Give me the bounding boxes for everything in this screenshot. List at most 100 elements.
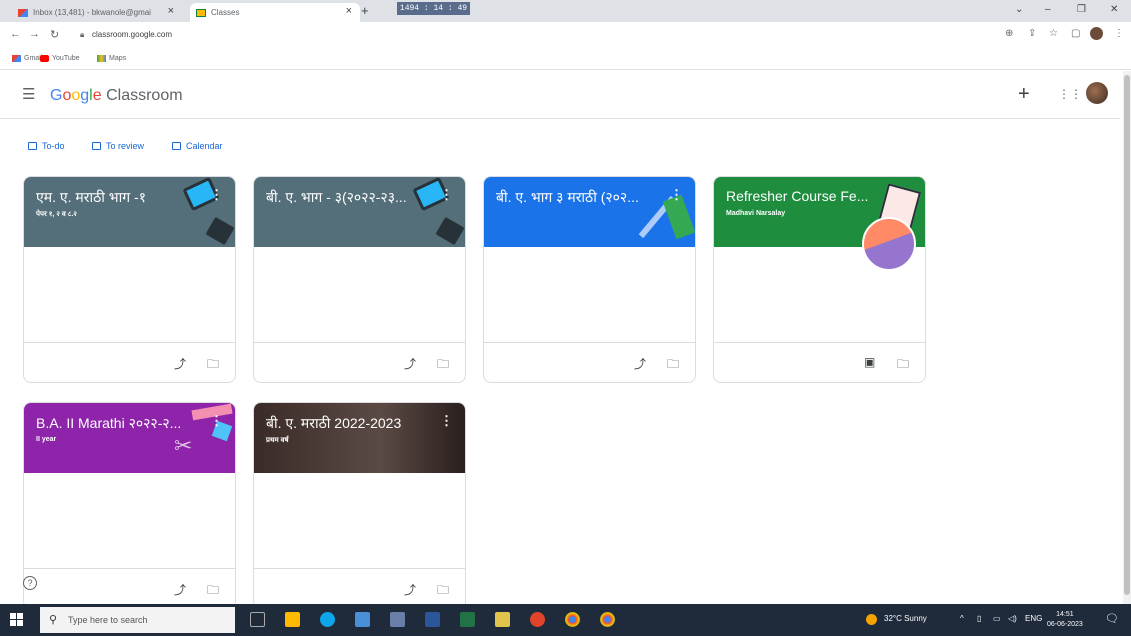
excel-icon[interactable] bbox=[460, 612, 475, 627]
weather-icon[interactable] bbox=[866, 614, 877, 625]
page-scrollbar[interactable] bbox=[1123, 71, 1131, 604]
help-icon[interactable]: ? bbox=[23, 576, 37, 590]
to-review-link[interactable]: To review bbox=[92, 141, 144, 151]
bookmark-maps[interactable]: Maps bbox=[97, 55, 126, 62]
notifications-icon[interactable]: 🗨︎ bbox=[1105, 612, 1119, 625]
create-join-class-icon[interactable]: + bbox=[1018, 83, 1030, 106]
chevron-up-icon[interactable]: ^ bbox=[960, 614, 964, 623]
class-card-footer: ⤴ 🗀︎ bbox=[24, 568, 235, 608]
back-icon[interactable]: ← bbox=[10, 28, 21, 40]
close-tab-icon[interactable]: × bbox=[346, 5, 352, 17]
classroom-icon bbox=[196, 8, 206, 17]
scissors-icon: ✂︎ bbox=[174, 433, 193, 458]
url-field[interactable]: classroom.google.com bbox=[92, 30, 172, 39]
classroom-logo[interactable]: Google Classroom bbox=[50, 87, 183, 105]
tab-classes[interactable]: Classes × bbox=[190, 3, 360, 22]
weather-text[interactable]: 32°C Sunny bbox=[884, 614, 927, 623]
bookmark-youtube[interactable]: YouTube bbox=[40, 55, 80, 62]
todo-icon bbox=[28, 142, 37, 150]
word-icon[interactable] bbox=[425, 612, 440, 627]
reload-icon[interactable]: ↻ bbox=[50, 28, 59, 41]
volume-icon[interactable]: ◁) bbox=[1008, 614, 1017, 623]
logo-letter: g bbox=[80, 87, 90, 104]
trending-up-icon[interactable]: ⤴ bbox=[174, 581, 186, 598]
share-icon[interactable]: ⇪ bbox=[1028, 28, 1036, 39]
bookmark-star-icon[interactable]: ☆ bbox=[1049, 28, 1058, 39]
class-section: प्रथम वर्ष bbox=[266, 437, 289, 444]
folder-icon[interactable]: 🗀︎ bbox=[897, 355, 909, 376]
app-icon[interactable] bbox=[530, 612, 545, 627]
trending-up-icon[interactable]: ⤴ bbox=[404, 581, 416, 598]
class-card[interactable]: एम. ए. मराठी भाग -१ पेपर १, २ व ८.२ ⋮ ⤴ … bbox=[23, 176, 236, 383]
class-title[interactable]: बी. ए. मराठी 2022-2023 bbox=[266, 414, 426, 433]
taskbar-search-input[interactable]: ⚲ Type here to search bbox=[40, 607, 235, 633]
class-card[interactable]: ✂︎ B.A. II Marathi २०२२-२... II year ⋮ ⤴… bbox=[23, 402, 236, 609]
class-card[interactable]: बी. ए. भाग - ३(२०२२-२३... ⋮ ⤴ 🗀︎ bbox=[253, 176, 466, 383]
main-menu-icon[interactable]: ☰ bbox=[22, 85, 35, 103]
gmail-icon bbox=[18, 8, 28, 17]
bookmarks-bar: Gmail YouTube Maps bbox=[0, 50, 1131, 70]
google-lens-icon[interactable]: ⊕ bbox=[1005, 28, 1013, 39]
folder-icon[interactable]: 🗀︎ bbox=[207, 355, 219, 376]
tab-inbox[interactable]: Inbox (13,481) - bkwanole@gmai × bbox=[12, 3, 182, 22]
store-icon[interactable] bbox=[355, 612, 370, 627]
browser-tab-strip: Inbox (13,481) - bkwanole@gmai × Classes… bbox=[0, 0, 1131, 22]
network-icon[interactable]: ▯ bbox=[977, 614, 981, 623]
folder-icon[interactable]: 🗀︎ bbox=[437, 581, 449, 602]
chevron-down-icon[interactable]: ⌄ bbox=[1015, 4, 1023, 15]
logo-letter: G bbox=[50, 87, 63, 104]
chrome-icon[interactable] bbox=[600, 612, 615, 627]
profile-icon[interactable] bbox=[1090, 27, 1103, 40]
more-options-icon[interactable]: ⋮ bbox=[210, 413, 223, 429]
maximize-icon[interactable]: ❐ bbox=[1077, 4, 1086, 15]
folder-icon[interactable]: 🗀︎ bbox=[207, 581, 219, 602]
class-title[interactable]: बी. ए. भाग - ३(२०२२-२३... bbox=[266, 188, 426, 207]
class-card-footer: ▣ 🗀︎ bbox=[714, 342, 925, 382]
shield-icon[interactable] bbox=[495, 612, 510, 627]
clock-time: 14:51 bbox=[1056, 611, 1074, 618]
class-title[interactable]: बी. ए. भाग ३ मराठी (२०२... bbox=[496, 188, 656, 207]
folder-icon[interactable]: 🗀︎ bbox=[437, 355, 449, 376]
side-panel-icon[interactable]: ▢ bbox=[1071, 28, 1080, 39]
class-card-footer: ⤴ 🗀︎ bbox=[254, 568, 465, 608]
scrollbar-thumb[interactable] bbox=[1124, 75, 1130, 595]
bookmark-label: Maps bbox=[109, 55, 127, 62]
bookmark-gmail[interactable]: Gmail bbox=[12, 55, 42, 62]
trending-up-icon[interactable]: ⤴ bbox=[634, 355, 646, 372]
taskbar-clock[interactable]: 14:51 06-06-2023 bbox=[1047, 610, 1083, 630]
avatar[interactable] bbox=[1086, 82, 1108, 104]
chrome-icon[interactable] bbox=[565, 612, 580, 627]
more-options-icon[interactable]: ⋮ bbox=[440, 413, 453, 429]
trending-up-icon[interactable]: ⤴ bbox=[404, 355, 416, 372]
task-view-icon[interactable] bbox=[250, 612, 265, 627]
class-card[interactable]: बी. ए. मराठी 2022-2023 प्रथम वर्ष ⋮ ⤴ 🗀︎ bbox=[253, 402, 466, 609]
close-window-icon[interactable]: ✕ bbox=[1110, 4, 1118, 15]
calendar-link[interactable]: Calendar bbox=[172, 141, 223, 151]
windows-start-icon[interactable] bbox=[10, 613, 24, 627]
class-title[interactable]: एम. ए. मराठी भाग -१ bbox=[36, 188, 196, 207]
class-card[interactable]: बी. ए. भाग ३ मराठी (२०२... ⋮ ⤴ 🗀︎ bbox=[483, 176, 696, 383]
todo-link[interactable]: To-do bbox=[28, 141, 65, 151]
new-tab-button[interactable]: + bbox=[361, 3, 369, 18]
more-options-icon[interactable]: ⋮ bbox=[210, 187, 223, 203]
class-card[interactable]: Refresher Course Fe... Madhavi Narsalay … bbox=[713, 176, 926, 383]
more-options-icon[interactable]: ⋮ bbox=[670, 187, 683, 203]
search-icon: ⚲ bbox=[49, 614, 58, 626]
folder-icon[interactable]: 🗀︎ bbox=[667, 355, 679, 376]
assignment-icon[interactable]: ▣ bbox=[864, 355, 875, 369]
app-icon[interactable] bbox=[390, 612, 405, 627]
class-title[interactable]: Refresher Course Fe... bbox=[726, 188, 886, 204]
minimize-icon[interactable]: – bbox=[1045, 4, 1051, 15]
more-options-icon[interactable]: ⋮ bbox=[440, 187, 453, 203]
tab-label: Inbox (13,481) - bkwanole@gmai bbox=[33, 8, 151, 17]
class-title[interactable]: B.A. II Marathi २०२२-२... bbox=[36, 414, 196, 433]
trending-up-icon[interactable]: ⤴ bbox=[174, 355, 186, 372]
close-tab-icon[interactable]: × bbox=[168, 5, 174, 17]
language-indicator[interactable]: ENG bbox=[1025, 614, 1042, 623]
file-explorer-icon[interactable] bbox=[285, 612, 300, 627]
forward-icon[interactable]: → bbox=[29, 28, 40, 40]
more-menu-icon[interactable]: ⋮ bbox=[1114, 28, 1124, 39]
edge-icon[interactable] bbox=[320, 612, 335, 627]
class-section: II year bbox=[36, 436, 57, 443]
wifi-icon[interactable]: ▭ bbox=[993, 614, 1001, 623]
